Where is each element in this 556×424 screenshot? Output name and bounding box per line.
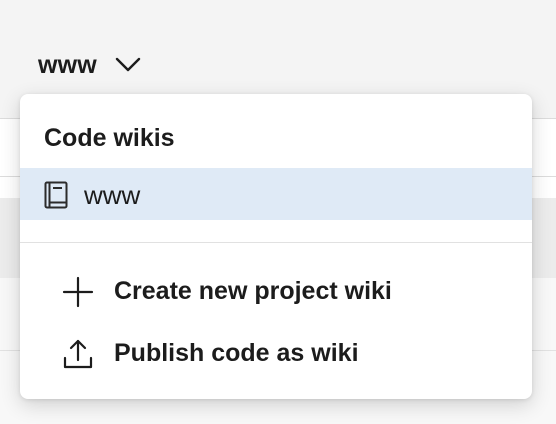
menu-heading-code-wikis: Code wikis: [44, 124, 175, 152]
publish-code-as-wiki-label: Publish code as wiki: [114, 339, 359, 367]
wiki-picker-button[interactable]: www: [38, 48, 141, 82]
menu-divider: [20, 242, 532, 243]
selected-wiki-name: www: [38, 50, 97, 79]
plus-icon: [62, 276, 94, 308]
create-project-wiki-label: Create new project wiki: [114, 277, 392, 305]
publish-code-as-wiki-button[interactable]: Publish code as wiki: [20, 330, 532, 378]
upload-icon: [63, 339, 93, 369]
wiki-picker-menu: Code wikis www Create new project wiki P…: [20, 94, 532, 399]
book-icon: [44, 181, 68, 209]
create-project-wiki-button[interactable]: Create new project wiki: [20, 268, 532, 316]
chevron-down-icon: [115, 57, 141, 72]
wiki-page: www Code wikis www Create new project wi…: [0, 0, 556, 424]
wiki-item-label: www: [84, 180, 141, 210]
wiki-item-www[interactable]: www: [20, 168, 532, 220]
